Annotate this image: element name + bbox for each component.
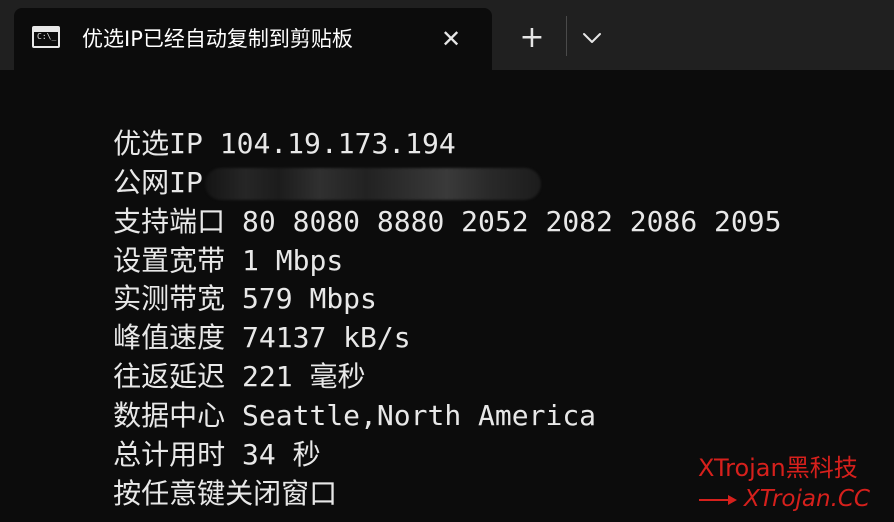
titlebar-divider — [566, 16, 567, 56]
value-datacenter: Seattle,North America — [225, 399, 597, 433]
terminal-icon-prompt: C:\_ — [37, 32, 57, 41]
dropdown-button[interactable] — [576, 20, 608, 56]
terminal-window: C:\_ 优选IP已经自动复制到剪贴板 ✕ + 优选IP 104.19.173.… — [0, 0, 894, 522]
arrow-right-icon — [698, 494, 737, 505]
label-measured-bandwidth: 实测带宽 — [113, 282, 226, 316]
watermark-url-row: XTrojan.CC — [698, 484, 870, 514]
terminal-output[interactable]: 优选IP 104.19.173.194 公网IP 支持端口 80 8080 88… — [12, 86, 882, 510]
value-ports: 80 8080 8880 2052 2082 2086 2095 — [225, 204, 782, 238]
value-set-bandwidth: 1 Mbps — [225, 243, 344, 277]
label-peak-speed: 峰值速度 — [113, 321, 226, 355]
label-datacenter: 数据中心 — [113, 399, 226, 433]
close-tab-icon[interactable]: ✕ — [434, 22, 468, 56]
label-set-bandwidth: 设置宽带 — [113, 243, 226, 277]
value-peak-speed: 74137 kB/s — [225, 321, 411, 355]
value-latency: 221 毫秒 — [225, 360, 366, 394]
active-tab[interactable]: C:\_ 优选IP已经自动复制到剪贴板 ✕ — [14, 8, 492, 70]
prompt-press-any-key: 按任意键关闭窗口 — [113, 476, 338, 510]
value-best-ip: 104.19.173.194 — [202, 126, 456, 160]
value-total-time: 34 秒 — [225, 438, 321, 472]
watermark: XTrojan黑科技 XTrojan.CC — [698, 452, 870, 514]
label-public-ip: 公网IP — [113, 165, 203, 199]
label-total-time: 总计用时 — [113, 438, 226, 472]
chevron-down-icon — [583, 33, 601, 43]
terminal-icon: C:\_ — [32, 26, 60, 48]
title-bar: C:\_ 优选IP已经自动复制到剪贴板 ✕ + — [0, 0, 894, 70]
watermark-brand: XTrojan黑科技 — [697, 454, 858, 482]
line-best-ip: 优选IP 104.19.173.194 — [12, 86, 882, 160]
tab-title: 优选IP已经自动复制到剪贴板 — [82, 27, 353, 51]
new-tab-button[interactable]: + — [514, 20, 550, 56]
redacted-public-ip — [204, 167, 541, 200]
label-best-ip: 优选IP — [113, 126, 203, 160]
value-measured-bandwidth: 579 Mbps — [225, 282, 377, 316]
label-ports: 支持端口 — [113, 204, 226, 238]
watermark-url: XTrojan.CC — [743, 486, 870, 512]
label-latency: 往返延迟 — [113, 360, 226, 394]
